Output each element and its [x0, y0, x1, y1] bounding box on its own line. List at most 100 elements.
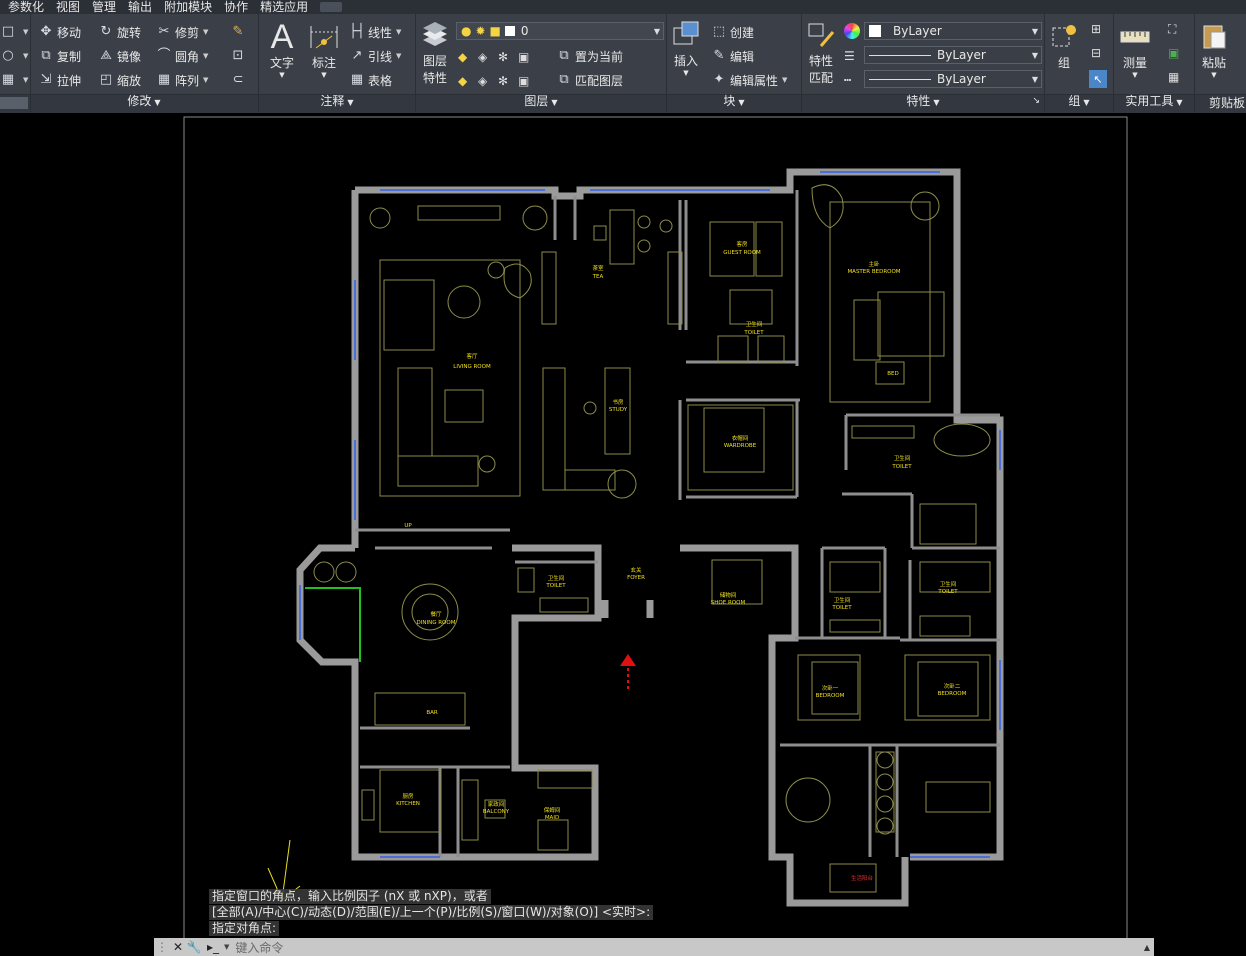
table-button[interactable]: ▦ 表格 — [349, 70, 392, 90]
lineweight-dropdown[interactable]: ByLayer ▼ — [864, 46, 1042, 64]
layer-properties-button[interactable]: 图层 特性 — [418, 18, 452, 86]
edit-block-button[interactable]: ✎ 编辑 — [711, 46, 754, 66]
trim-button[interactable]: ✂ 修剪 ▼ — [156, 22, 209, 42]
label-toilet-4-en: TOILET — [937, 589, 958, 595]
text-button[interactable]: A 文字 ▼ — [265, 17, 299, 80]
command-input[interactable]: 键入命令 — [235, 939, 283, 956]
group-selection-icon[interactable]: ↖ — [1089, 70, 1107, 88]
layer-dropdown-arrow-icon: ▼ — [653, 27, 660, 36]
erase-button[interactable]: ✎ — [230, 22, 249, 42]
fillet-button[interactable]: ⌒ 圆角 ▼ — [156, 46, 208, 66]
panel-clipboard-title[interactable]: 剪贴板 — [1195, 95, 1246, 111]
lightbulb-icon: ● — [461, 24, 472, 38]
drawing-canvas[interactable]: 客厅 LIVING ROOM 茶室 TEA 书房 STUDY 客房 GUEST … — [0, 113, 1246, 938]
text-dropdown-icon: ▼ — [279, 71, 285, 79]
group-button[interactable]: 组 — [1047, 20, 1081, 71]
insert-button[interactable]: 插入 ▼ — [669, 18, 703, 77]
panel-draw-title[interactable] — [0, 97, 28, 109]
menu-output[interactable]: 输出 — [122, 0, 158, 14]
text-icon: A — [270, 17, 294, 56]
measure-button[interactable]: 测量 ▼ — [1118, 20, 1152, 79]
edit-label: 编辑 — [730, 49, 755, 64]
select-all-icon[interactable]: ▣ — [1168, 46, 1179, 60]
panel-annotation-title[interactable]: 注释 ▼ — [259, 93, 415, 111]
panel-properties-title[interactable]: 特性 ▼ ↘ — [802, 93, 1044, 111]
array-button[interactable]: ▦ 阵列 ▼ — [156, 70, 209, 90]
stretch-button[interactable]: ⇲ 拉伸 — [38, 70, 81, 90]
scale-button[interactable]: ◰ 缩放 — [98, 70, 141, 90]
dimension-button[interactable]: 标注 ▼ — [307, 20, 341, 79]
linear-button[interactable]: ├┤ 线性 ▼ — [349, 22, 401, 42]
menu-collaborate[interactable]: 协作 — [218, 0, 254, 14]
panel-layers-title[interactable]: 图层 ▼ — [416, 93, 666, 111]
measure-dropdown-icon: ▼ — [1132, 71, 1138, 79]
explode-button[interactable]: ⊡ — [230, 46, 249, 66]
color-value: ByLayer — [893, 24, 942, 38]
draw-tool-1[interactable]: □ ▼ — [0, 22, 29, 42]
label-maid-en: MAID — [545, 815, 559, 821]
interior-walls — [355, 190, 1000, 857]
linetype-icon[interactable]: ┅ — [844, 73, 851, 87]
rotate-button[interactable]: ↻ 旋转 — [98, 22, 141, 42]
menu-addins[interactable]: 附加模块 — [158, 0, 218, 14]
panel-block-title[interactable]: 块 ▼ — [667, 93, 801, 111]
properties-launcher-icon[interactable]: ↘ — [1032, 93, 1040, 109]
lineweight-value: ByLayer — [937, 48, 986, 62]
ribbon-toggle-button[interactable] — [320, 2, 343, 12]
layer-on-icon[interactable]: ◆ — [458, 50, 472, 64]
command-history-toggle-icon[interactable]: ▲ — [1144, 943, 1150, 952]
lineweight-icon[interactable]: ☰ — [844, 49, 855, 63]
menu-featured-apps[interactable]: 精选应用 — [254, 0, 314, 14]
layer-unlock-icon[interactable]: ▣ — [518, 74, 532, 88]
panel-groups-title[interactable]: 组 ▼ — [1045, 93, 1113, 111]
paste-button[interactable]: 粘贴 ▼ — [1197, 20, 1231, 79]
leader-button[interactable]: ↗ 引线 ▼ — [349, 46, 402, 66]
current-layer-name: 0 — [520, 24, 529, 38]
match-properties-button[interactable]: 特性 匹配 — [804, 18, 838, 86]
linetype-dropdown[interactable]: ByLayer ▼ — [864, 70, 1042, 88]
recent-commands-dropdown-icon[interactable]: ▼ — [224, 943, 229, 951]
dimension-icon — [307, 20, 341, 54]
calculator-icon[interactable]: ▦ — [1168, 70, 1179, 84]
layer-unisolate-icon[interactable]: ◆ — [458, 74, 472, 88]
create-block-button[interactable]: ⬚ 创建 — [711, 22, 754, 42]
copy-button[interactable]: ⧉ 复制 — [38, 46, 81, 66]
edit-attributes-button[interactable]: ✦ 编辑属性 ▼ — [711, 70, 788, 90]
group-edit-icon[interactable]: ⊟ — [1091, 46, 1101, 60]
match-layer-button[interactable]: ⧉ 匹配图层 — [556, 70, 623, 90]
panel-modify-title[interactable]: 修改 ▼ — [30, 93, 258, 111]
ungroup-icon[interactable]: ⊞ — [1091, 22, 1101, 36]
draw-tool-3[interactable]: ▦ ▼ — [0, 70, 29, 90]
draw-tool-2[interactable]: ○ ▼ — [0, 46, 28, 66]
mirror-button[interactable]: ⟁ 镜像 — [98, 46, 141, 66]
layer-lock-icon[interactable]: ▣ — [518, 50, 532, 64]
set-current-label: 置为当前 — [575, 49, 624, 64]
label-bedroom1-en: BEDROOM — [816, 693, 845, 699]
command-prompt-icon[interactable]: ▸_ — [202, 939, 224, 955]
customize-icon[interactable]: 🔧 — [186, 939, 202, 955]
offset-button[interactable]: ⊂ — [230, 70, 249, 90]
hatch-icon: ▦ — [1, 72, 15, 87]
color-dropdown[interactable]: ByLayer ▼ — [864, 22, 1042, 40]
layer-thaw-icon[interactable]: ✻ — [498, 74, 512, 88]
layer-walk-icon[interactable]: ◈ — [478, 74, 492, 88]
panel-utilities-title[interactable]: 实用工具 ▼ — [1114, 93, 1194, 111]
scale-icon: ◰ — [99, 72, 113, 87]
match-properties-label-2: 匹配 — [808, 71, 833, 85]
layer-dropdown[interactable]: ● ✹ ■ 0 ▼ — [456, 22, 664, 40]
layer-freeze-icon[interactable]: ✻ — [498, 50, 512, 64]
close-icon[interactable]: ✕ — [170, 939, 186, 955]
grip-icon[interactable]: ⋮ — [154, 939, 170, 955]
menu-manage[interactable]: 管理 — [86, 0, 122, 14]
set-current-button[interactable]: ⧉ 置为当前 — [556, 46, 623, 66]
label-entrance-en: FOYER — [627, 575, 645, 581]
layer-isolate-icon[interactable]: ◈ — [478, 50, 492, 64]
color-wheel-icon[interactable] — [844, 23, 860, 39]
menu-view[interactable]: 视图 — [50, 0, 86, 14]
utilities-title-label: 实用工具 — [1125, 94, 1174, 108]
menu-parametric[interactable]: 参数化 — [0, 0, 50, 14]
quick-select-icon[interactable]: ⛶ — [1168, 22, 1176, 37]
command-history-line-1: 指定窗口的角点，输入比例因子 (nX 或 nXP)，或者 — [209, 889, 491, 904]
array-label: 阵列 — [175, 73, 200, 88]
move-button[interactable]: ✥ 移动 — [38, 22, 81, 42]
